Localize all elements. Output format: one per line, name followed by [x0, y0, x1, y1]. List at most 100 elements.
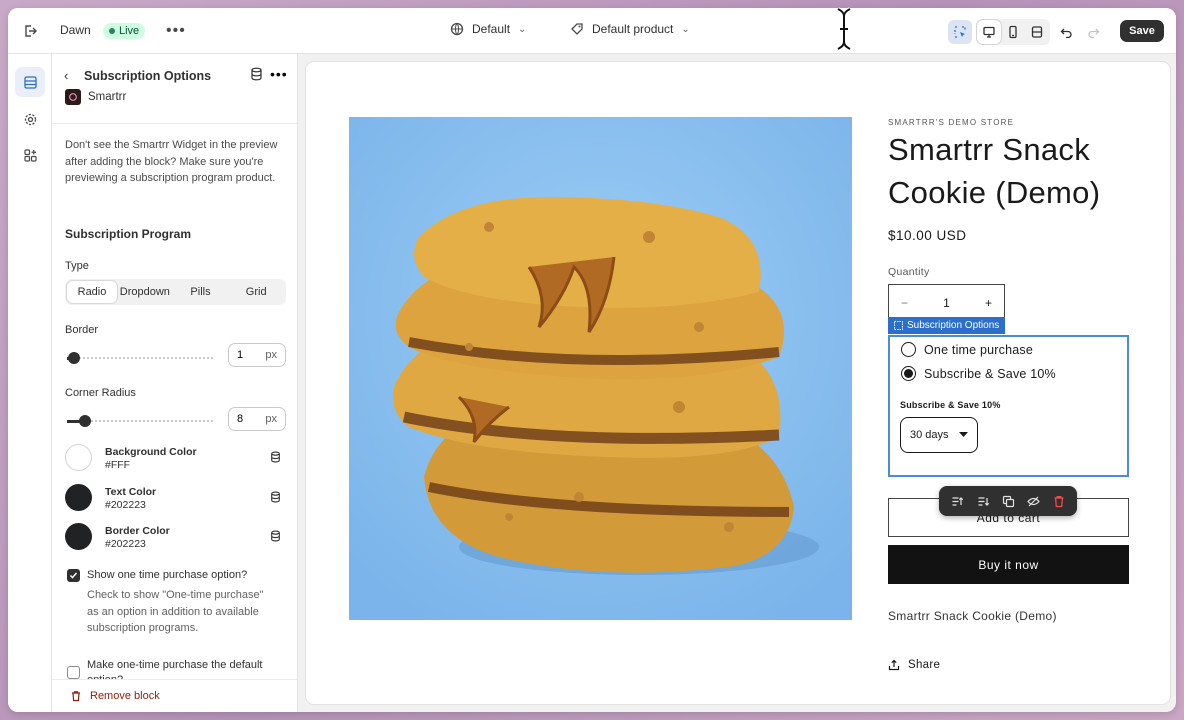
- corner-radius-value: 8: [237, 413, 244, 425]
- remove-block-button[interactable]: Remove block: [52, 679, 297, 712]
- apps-icon[interactable]: [15, 140, 45, 170]
- chevron-down-icon: ⌄: [681, 23, 690, 35]
- panel-more-button[interactable]: •••: [270, 66, 288, 82]
- background-color-name: Background Color: [105, 446, 197, 458]
- preview-tools: [948, 19, 1106, 45]
- product-description: Smartrr Snack Cookie (Demo): [888, 609, 1057, 623]
- subscribe-save-option[interactable]: Subscribe & Save 10%: [901, 366, 1056, 381]
- frequency-value: 30 days: [910, 429, 949, 441]
- section-title: Subscription Program: [65, 227, 192, 241]
- duplicate-icon[interactable]: [1002, 495, 1015, 508]
- text-color-name: Text Color: [105, 486, 157, 498]
- gear-icon[interactable]: [15, 104, 45, 134]
- share-button[interactable]: Share: [888, 659, 940, 671]
- one-time-purchase-option[interactable]: One time purchase: [901, 342, 1033, 357]
- background-color-setting[interactable]: Background Color #FFF: [65, 444, 285, 472]
- border-color-name: Border Color: [105, 525, 170, 537]
- exit-icon[interactable]: [22, 22, 40, 40]
- one-time-purchase-label: One time purchase: [924, 342, 1034, 357]
- store-name: SMARTRR'S DEMO STORE: [888, 118, 1015, 127]
- smartrr-logo-icon: [65, 89, 81, 105]
- corner-radius-input[interactable]: 8 px: [228, 407, 286, 431]
- fullwidth-icon[interactable]: [1025, 20, 1049, 44]
- border-slider-thumb[interactable]: [68, 352, 81, 364]
- buy-it-now-button[interactable]: Buy it now: [888, 545, 1129, 584]
- theme-name: Dawn: [60, 23, 91, 37]
- template-select[interactable]: Default ⌄: [450, 22, 526, 36]
- redo-icon[interactable]: [1082, 20, 1106, 44]
- inspector-icon[interactable]: [948, 20, 972, 44]
- show-one-time-help: Check to show "One-time purchase" as an …: [87, 589, 264, 634]
- block-select-icon: [894, 321, 903, 330]
- border-color-value: #202223: [105, 538, 146, 550]
- share-label: Share: [908, 659, 941, 671]
- back-chevron-icon[interactable]: ‹: [64, 68, 68, 83]
- frequency-select[interactable]: 30 days: [900, 417, 978, 453]
- quantity-plus-button[interactable]: +: [985, 296, 992, 310]
- subscription-options-block[interactable]: One time purchase Subscribe & Save 10% S…: [888, 335, 1129, 477]
- trash-icon[interactable]: [1053, 495, 1065, 508]
- move-up-icon[interactable]: [951, 495, 964, 508]
- corner-radius-label: Corner Radius: [65, 387, 136, 399]
- panel-title: Subscription Options: [84, 69, 212, 83]
- more-actions-button[interactable]: •••: [166, 22, 186, 40]
- background-color-swatch[interactable]: [65, 444, 92, 471]
- cookie-stack-image: [349, 117, 852, 620]
- type-segmented-control: Radio Dropdown Pills Grid: [65, 279, 286, 305]
- hide-icon[interactable]: [1027, 495, 1041, 508]
- database-icon[interactable]: [250, 67, 263, 86]
- product-title: Smartrr Snack Cookie (Demo): [888, 132, 1101, 210]
- quantity-minus-button[interactable]: −: [901, 296, 908, 310]
- block-settings-panel: ‹ Subscription Options ••• Smartrr Don't…: [52, 54, 298, 712]
- template-select-label: Default: [472, 22, 511, 36]
- viewport-toggle: [976, 19, 1050, 45]
- database-icon[interactable]: [270, 451, 281, 463]
- background-color-value: #FFF: [105, 459, 131, 471]
- product-select[interactable]: Default product ⌄: [570, 22, 690, 36]
- border-color-swatch[interactable]: [65, 523, 92, 550]
- corner-radius-slider[interactable]: [67, 415, 215, 427]
- text-color-swatch[interactable]: [65, 484, 92, 511]
- share-icon: [888, 659, 900, 671]
- show-one-time-checkbox[interactable]: [67, 569, 80, 582]
- undo-icon[interactable]: [1054, 20, 1078, 44]
- tag-icon: [571, 23, 583, 35]
- text-color-value: #202223: [105, 499, 146, 511]
- product-image[interactable]: [349, 117, 852, 620]
- editor-nav-rail: [8, 54, 52, 712]
- corner-radius-slider-thumb[interactable]: [78, 415, 91, 427]
- text-color-setting[interactable]: Text Color #202223: [65, 484, 285, 512]
- desktop-icon[interactable]: [977, 20, 1001, 44]
- database-icon[interactable]: [270, 491, 281, 503]
- border-color-setting[interactable]: Border Color #202223: [65, 523, 285, 551]
- app-name: Smartrr: [88, 91, 127, 103]
- radio-selected-icon[interactable]: [901, 366, 916, 381]
- border-value: 1: [237, 349, 244, 361]
- type-option-dropdown[interactable]: Dropdown: [117, 281, 173, 303]
- corner-radius-unit: px: [265, 413, 277, 425]
- border-input[interactable]: 1 px: [228, 343, 286, 367]
- quantity-value[interactable]: 1: [943, 296, 950, 310]
- caret-down-icon: [959, 432, 968, 437]
- type-option-radio[interactable]: Radio: [67, 281, 117, 303]
- chevron-down-icon: ⌄: [518, 23, 527, 35]
- product-select-label: Default product: [592, 22, 674, 36]
- help-text: Don't see the Smartrr Widget in the prev…: [65, 139, 278, 184]
- type-option-grid[interactable]: Grid: [228, 281, 284, 303]
- database-icon[interactable]: [270, 530, 281, 542]
- sections-icon[interactable]: [15, 67, 45, 97]
- save-button[interactable]: Save: [1120, 20, 1164, 42]
- subscription-options-tag-label: Subscription Options: [907, 320, 1000, 331]
- mobile-icon[interactable]: [1001, 20, 1025, 44]
- subscription-options-tag[interactable]: Subscription Options: [888, 317, 1006, 334]
- move-down-icon[interactable]: [977, 495, 990, 508]
- border-slider[interactable]: [67, 352, 215, 364]
- subscribe-save-label: Subscribe & Save 10%: [924, 366, 1056, 381]
- divider: [52, 123, 297, 124]
- show-one-time-label: Show one time purchase option?: [87, 569, 248, 581]
- default-one-time-checkbox[interactable]: [67, 666, 80, 679]
- type-label: Type: [65, 260, 89, 272]
- live-status-badge: Live: [103, 23, 146, 39]
- type-option-pills[interactable]: Pills: [173, 281, 229, 303]
- radio-icon[interactable]: [901, 342, 916, 357]
